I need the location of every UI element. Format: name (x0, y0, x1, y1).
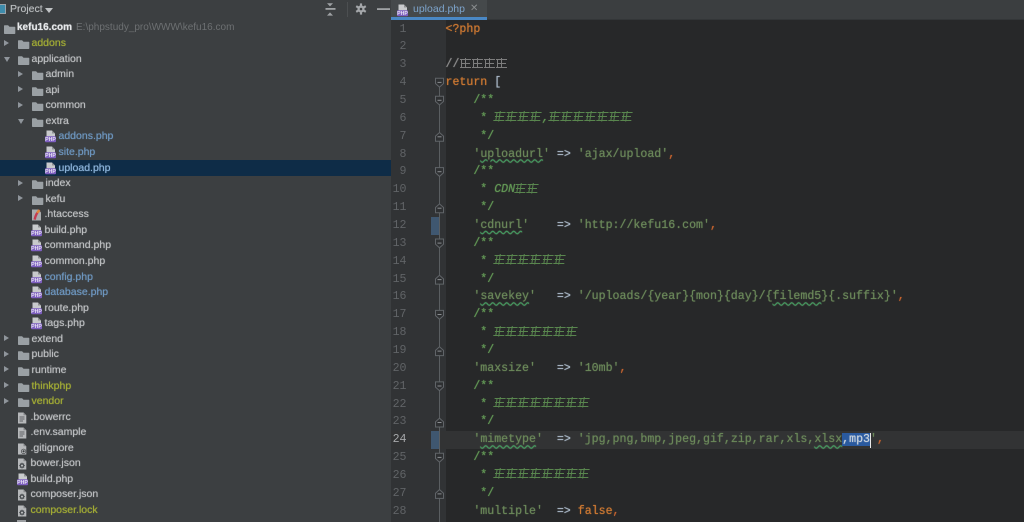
svg-text:PHP: PHP (31, 262, 42, 268)
svg-text:PHP: PHP (31, 278, 42, 284)
svg-text:PHP: PHP (45, 138, 56, 144)
svg-text:PHP: PHP (31, 324, 42, 330)
svg-text:PHP: PHP (31, 293, 42, 299)
svg-text:PHP: PHP (45, 169, 56, 175)
svg-text:PHP: PHP (31, 231, 42, 237)
svg-text:PHP: PHP (45, 153, 56, 159)
svg-text:PHP: PHP (31, 309, 42, 315)
svg-text:PHP: PHP (31, 247, 42, 253)
svg-text:PHP: PHP (17, 480, 28, 486)
